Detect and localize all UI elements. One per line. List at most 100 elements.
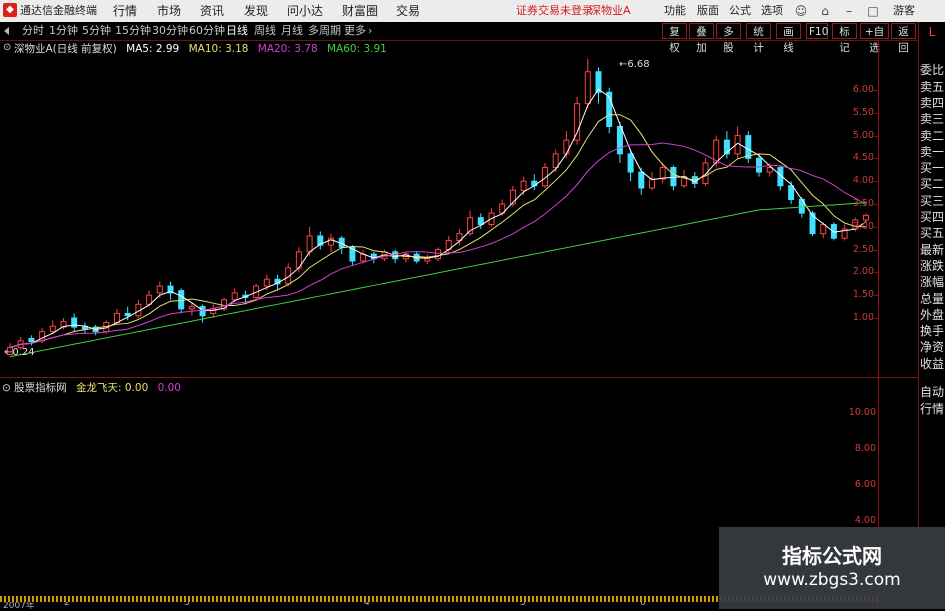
candle-body[interactable] xyxy=(627,153,634,173)
quote-tab-1[interactable]: 委比 xyxy=(919,62,945,78)
candle-body[interactable] xyxy=(178,290,185,310)
price-tick-label: 4.50 xyxy=(852,152,874,164)
quote-tab-10[interactable]: 买四 xyxy=(919,209,945,225)
candle-body[interactable] xyxy=(638,171,645,189)
candle-body[interactable] xyxy=(49,325,56,333)
candle-body[interactable] xyxy=(574,103,581,141)
menu-exchange[interactable]: 市场 xyxy=(157,0,181,22)
price-tick-label: 5.00 xyxy=(852,129,874,141)
period-30min[interactable]: 30分钟 xyxy=(152,22,188,40)
candle-body[interactable] xyxy=(435,249,441,260)
menu-formula[interactable]: 公式 xyxy=(729,0,751,22)
chevron-right-icon[interactable]: › xyxy=(368,22,372,40)
candle-body[interactable] xyxy=(552,153,559,169)
quote-tab-6[interactable]: 卖一 xyxy=(919,144,945,160)
overlay-button[interactable]: 叠加 xyxy=(689,23,714,54)
statistics-button[interactable]: 统计 xyxy=(746,23,771,54)
multi-stock-button[interactable]: 多股 xyxy=(716,23,741,54)
menu-function[interactable]: 功能 xyxy=(664,0,686,22)
period-more[interactable]: 更多 xyxy=(344,22,366,40)
smile-icon[interactable]: ☺ xyxy=(794,4,808,18)
quote-tab-15[interactable]: 总量 xyxy=(919,291,945,307)
mark-button[interactable]: 标记 xyxy=(832,23,857,54)
candle-body[interactable] xyxy=(124,312,131,317)
app-title: 通达信金融终端 xyxy=(20,4,97,17)
quote-tab-3[interactable]: 卖四 xyxy=(919,95,945,111)
draw-line-button[interactable]: 画线 xyxy=(776,23,801,54)
candle-body[interactable] xyxy=(863,214,869,221)
restore-icon[interactable]: □ xyxy=(866,4,880,18)
add-watchlist-button[interactable]: +自选 xyxy=(860,23,889,54)
candle-body[interactable] xyxy=(231,292,238,301)
menu-wealth[interactable]: 财富圈 xyxy=(342,0,378,22)
menu-ask[interactable]: 问小达 xyxy=(287,0,323,22)
menu-options[interactable]: 选项 xyxy=(761,0,783,22)
quote-tab-8[interactable]: 买二 xyxy=(919,176,945,192)
candle-body[interactable] xyxy=(156,285,163,294)
candle-body[interactable] xyxy=(659,167,666,180)
candle-body[interactable] xyxy=(584,71,591,105)
f10-button[interactable]: F10 xyxy=(806,23,828,39)
quote-tab-20[interactable]: 自动 xyxy=(919,384,945,400)
candle-body[interactable] xyxy=(306,235,313,253)
indicator-legend: ⊙ 股票指标网 金龙飞天: 0.00 0.00 xyxy=(2,381,181,395)
login-status[interactable]: 证券交易未登录 xyxy=(516,0,593,22)
candle-body[interactable] xyxy=(424,258,431,262)
period-monthly[interactable]: 月线 xyxy=(281,22,303,40)
quote-tab-11[interactable]: 买五 xyxy=(919,225,945,241)
candle-body[interactable] xyxy=(649,178,655,189)
menu-market[interactable]: 行情 xyxy=(113,0,137,22)
quote-tab-13[interactable]: 涨跌 xyxy=(919,258,945,274)
candle-body[interactable] xyxy=(199,306,206,317)
lock-icon[interactable]: ⌂ xyxy=(818,4,832,18)
menu-discover[interactable]: 发现 xyxy=(244,0,268,22)
menu-news[interactable]: 资讯 xyxy=(200,0,224,22)
quote-tab-12[interactable]: 最新 xyxy=(919,242,945,258)
quote-tab-16[interactable]: 外盘 xyxy=(919,307,945,323)
period-15min[interactable]: 15分钟 xyxy=(115,22,151,40)
candle-body[interactable] xyxy=(28,338,35,343)
candle-body[interactable] xyxy=(670,167,677,187)
quote-tab-14[interactable]: 涨幅 xyxy=(919,274,945,290)
quote-tab-21[interactable]: 行情 xyxy=(919,401,945,417)
quote-tab-4[interactable]: 卖三 xyxy=(919,111,945,127)
quote-tab-5[interactable]: 卖二 xyxy=(919,128,945,144)
back-button[interactable]: 返回 xyxy=(891,23,916,54)
period-multi[interactable]: 多周期 xyxy=(308,22,341,40)
candle-body[interactable] xyxy=(616,125,623,155)
candle-body[interactable] xyxy=(71,317,78,328)
candle-body[interactable] xyxy=(263,278,270,287)
quote-tab-0[interactable]: L xyxy=(919,24,945,40)
candle-body[interactable] xyxy=(520,180,527,191)
quote-tab-2[interactable]: 卖五 xyxy=(919,79,945,95)
candle-body[interactable] xyxy=(820,224,827,235)
minimize-icon[interactable]: – xyxy=(842,4,856,18)
left-arrow-icon[interactable] xyxy=(4,27,9,35)
period-intraday[interactable]: 分时 xyxy=(22,22,44,40)
menu-layout[interactable]: 版面 xyxy=(697,0,719,22)
candlestick-chart[interactable] xyxy=(0,40,878,377)
candle-body[interactable] xyxy=(788,185,795,200)
quote-tab-9[interactable]: 买三 xyxy=(919,193,945,209)
quote-tab-19[interactable]: 收益 xyxy=(919,356,945,372)
guest-label[interactable]: 游客 xyxy=(893,0,915,22)
price-tick xyxy=(874,181,878,183)
candle-body[interactable] xyxy=(477,217,484,226)
indicator-collapse-icon[interactable]: ⊙ xyxy=(2,382,11,394)
quote-tab-7[interactable]: 买一 xyxy=(919,160,945,176)
quote-tab-17[interactable]: 换手 xyxy=(919,323,945,339)
menu-trade[interactable]: 交易 xyxy=(396,0,420,22)
period-5min[interactable]: 5分钟 xyxy=(82,22,111,40)
period-60min[interactable]: 60分钟 xyxy=(189,22,225,40)
restore-rights-button[interactable]: 复权 xyxy=(662,23,687,54)
period-1min[interactable]: 1分钟 xyxy=(49,22,78,40)
candle-body[interactable] xyxy=(702,162,709,184)
period-daily[interactable]: 日线 xyxy=(226,22,248,40)
quote-tab-18[interactable]: 净资 xyxy=(919,339,945,355)
candle-body[interactable] xyxy=(188,306,195,310)
price-tick-label: 6.00 xyxy=(852,84,874,95)
candle-body[interactable] xyxy=(756,157,762,173)
period-weekly[interactable]: 周线 xyxy=(254,22,276,40)
candle-body[interactable] xyxy=(766,167,773,173)
candle-body[interactable] xyxy=(563,139,570,155)
